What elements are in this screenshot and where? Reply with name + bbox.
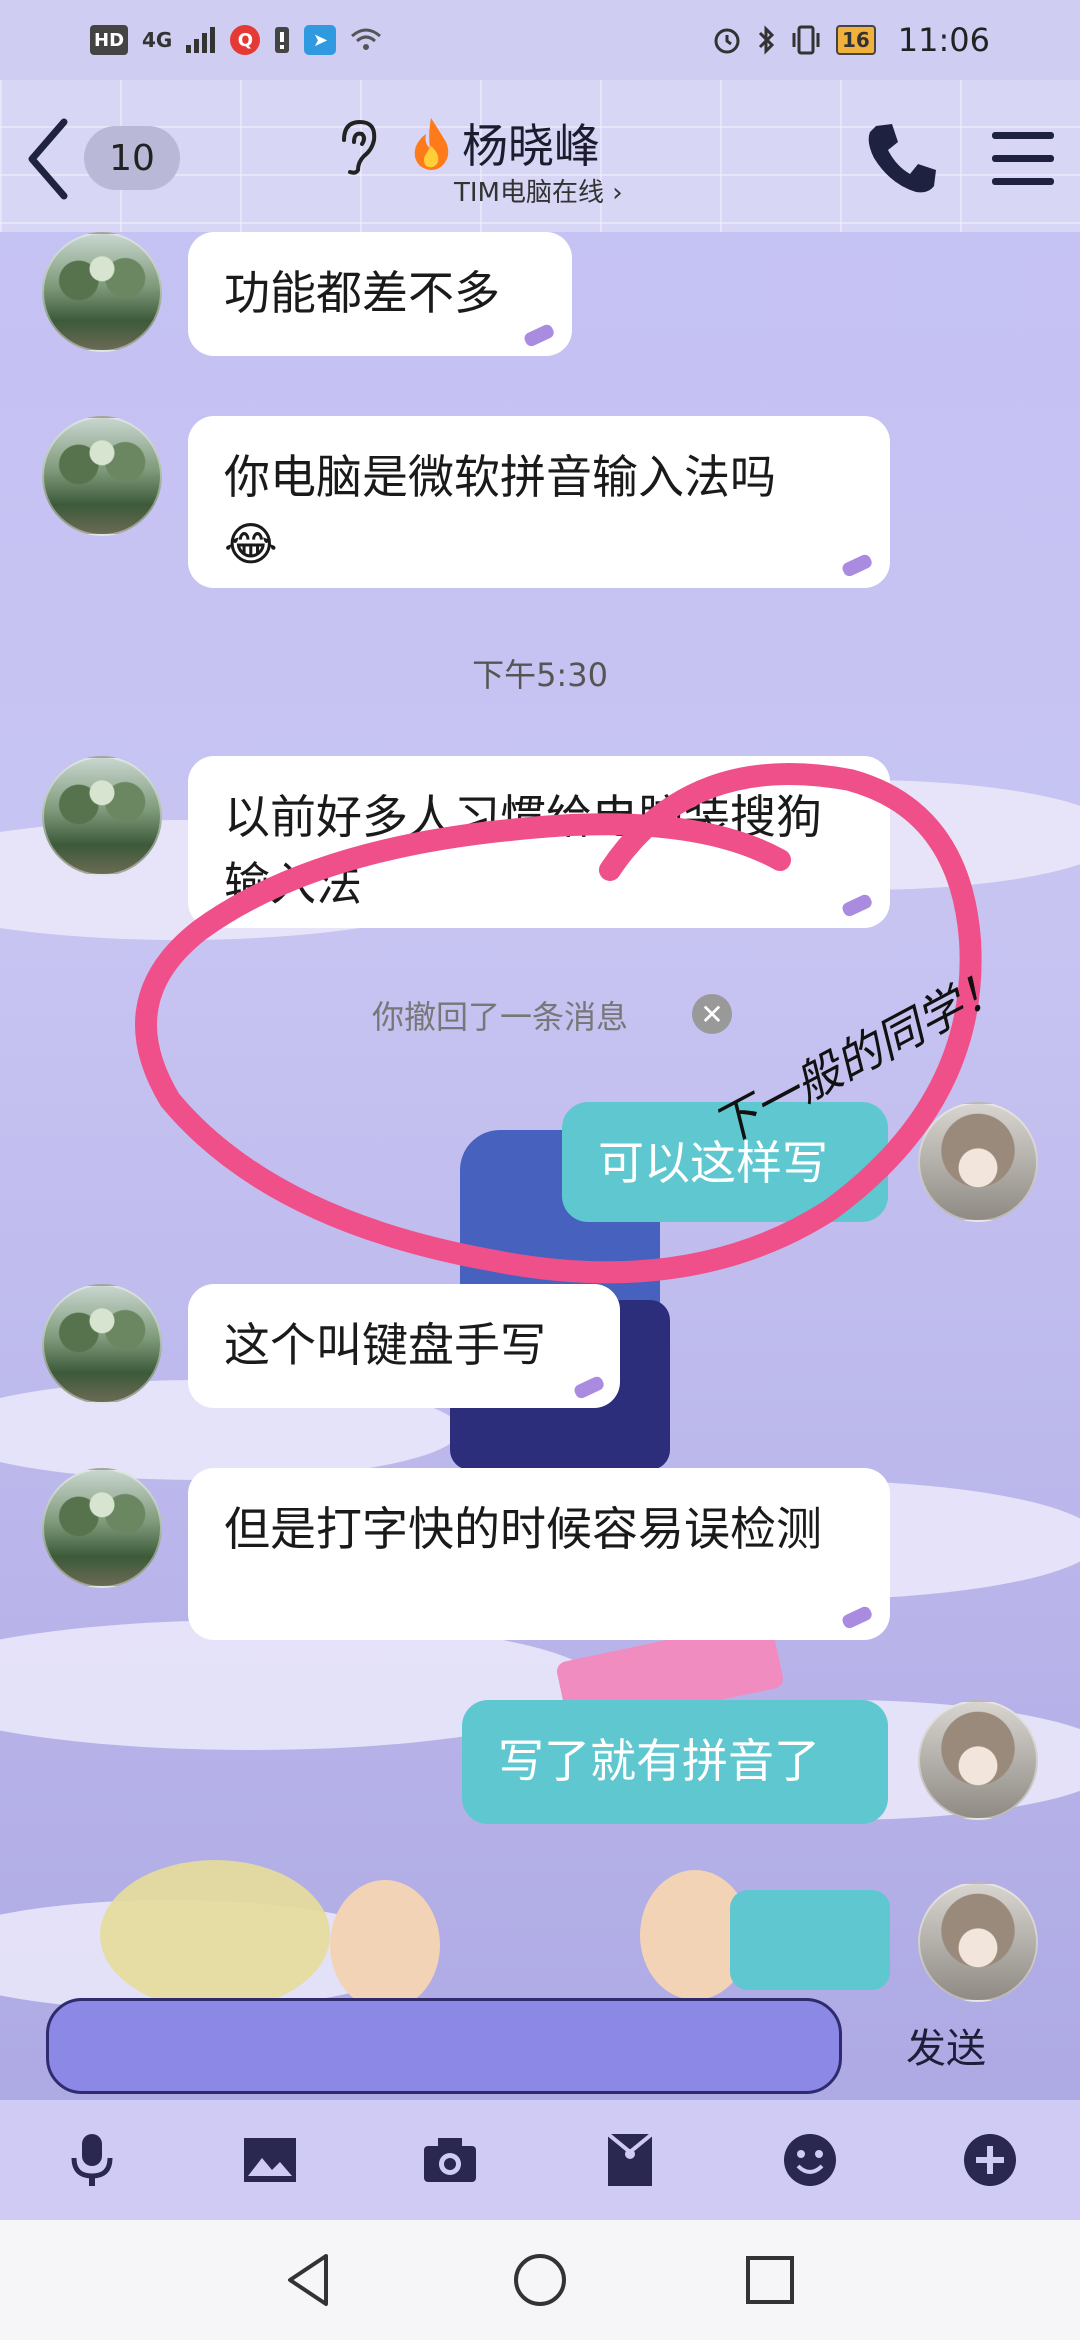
close-icon[interactable]: ✕ [692, 994, 732, 1034]
phone-call-icon[interactable] [862, 118, 942, 198]
search-app-icon: Q [230, 25, 261, 55]
bluetooth-icon [756, 25, 776, 55]
bubble-pen-icon [842, 554, 872, 577]
bubble-pen-icon [842, 894, 872, 917]
input-area: 发送 [0, 1990, 1080, 2100]
ear-icon[interactable] [336, 116, 380, 176]
contact-avatar[interactable] [42, 416, 162, 536]
wifi-icon [350, 25, 382, 55]
status-left: HD 4G Q ➤ [90, 25, 382, 55]
my-avatar[interactable] [918, 1700, 1038, 1820]
message-bubble[interactable]: 以前好多人习惯给电脑装搜狗输入法 [188, 756, 890, 928]
fire-icon [414, 118, 449, 170]
time-divider: 下午5:30 [472, 656, 608, 694]
message-input[interactable] [46, 1998, 842, 2094]
send-button[interactable]: 发送 [906, 2016, 986, 2074]
recall-notice: 你撤回了一条消息 [372, 998, 629, 1036]
laughing-emoji-icon: 😂 [224, 516, 278, 571]
plus-icon[interactable] [960, 2130, 1020, 2190]
vibrate-icon [790, 25, 822, 55]
nav-home-icon[interactable] [510, 2250, 570, 2310]
message-text: 这个叫键盘手写 [224, 1318, 546, 1372]
alarm-icon [712, 25, 742, 55]
chevron-left-icon [28, 118, 68, 200]
my-avatar[interactable] [918, 1882, 1038, 2002]
system-navigation-bar [0, 2220, 1080, 2340]
message-bubble[interactable]: 功能都差不多 [188, 232, 572, 356]
app-notification-icon: ➤ [304, 25, 337, 55]
emoji-icon[interactable] [780, 2130, 840, 2190]
status-right: 16 11:06 [712, 21, 990, 59]
message-text: 写了就有拼音了 [498, 1734, 820, 1788]
message-bubble[interactable]: 你电脑是微软拼音输入法吗 😂 [188, 416, 890, 588]
contact-avatar[interactable] [42, 232, 162, 352]
contact-name[interactable]: 杨晓峰 [462, 110, 600, 176]
hd-icon: HD [90, 25, 129, 55]
bubble-pen-icon [524, 324, 554, 347]
image-icon[interactable] [240, 2130, 300, 2190]
message-bubble[interactable]: 这个叫键盘手写 [188, 1284, 620, 1408]
back-button[interactable] [20, 114, 80, 204]
nav-recents-icon[interactable] [740, 2250, 800, 2310]
bubble-pen-icon [574, 1376, 604, 1399]
microphone-icon[interactable] [62, 2130, 122, 2190]
message-text: 你电脑是微软拼音输入法吗 [224, 450, 776, 504]
clock: 11:06 [897, 21, 990, 59]
my-message-bubble[interactable]: 写了就有拼音了 [462, 1700, 888, 1824]
status-bar: HD 4G Q ➤ 16 11:06 [0, 0, 1080, 80]
unread-count-badge[interactable]: 10 [84, 126, 180, 190]
menu-icon[interactable] [990, 128, 1056, 190]
message-text: 可以这样写 [598, 1136, 828, 1190]
message-bubble[interactable]: 但是打字快的时候容易误检测 [188, 1468, 890, 1640]
notification-icon [274, 25, 290, 55]
my-avatar[interactable] [918, 1102, 1038, 1222]
contact-avatar[interactable] [42, 756, 162, 876]
message-list[interactable]: 功能都差不多 你电脑是微软拼音输入法吗 😂 下午5:30 以前好多人习惯给电脑装… [0, 232, 1080, 2002]
network-label: 4G [142, 28, 173, 52]
contact-online-status[interactable]: TIM电脑在线 › [454, 172, 623, 209]
bubble-pen-icon [842, 1606, 872, 1629]
chat-header: 10 杨晓峰 TIM电脑在线 › [0, 80, 1080, 232]
message-text: 但是打字快的时候容易误检测 [224, 1502, 822, 1556]
red-packet-icon[interactable] [600, 2130, 660, 2190]
input-toolbar [0, 2100, 1080, 2220]
message-text: 以前好多人习惯给电脑装搜狗输入法 [224, 790, 822, 911]
signal-icon [186, 25, 216, 55]
contact-avatar[interactable] [42, 1468, 162, 1588]
battery-icon: 16 [835, 25, 876, 55]
message-text: 功能都差不多 [224, 266, 500, 320]
nav-back-icon[interactable] [280, 2250, 340, 2310]
camera-icon[interactable] [420, 2130, 480, 2190]
contact-avatar[interactable] [42, 1284, 162, 1404]
